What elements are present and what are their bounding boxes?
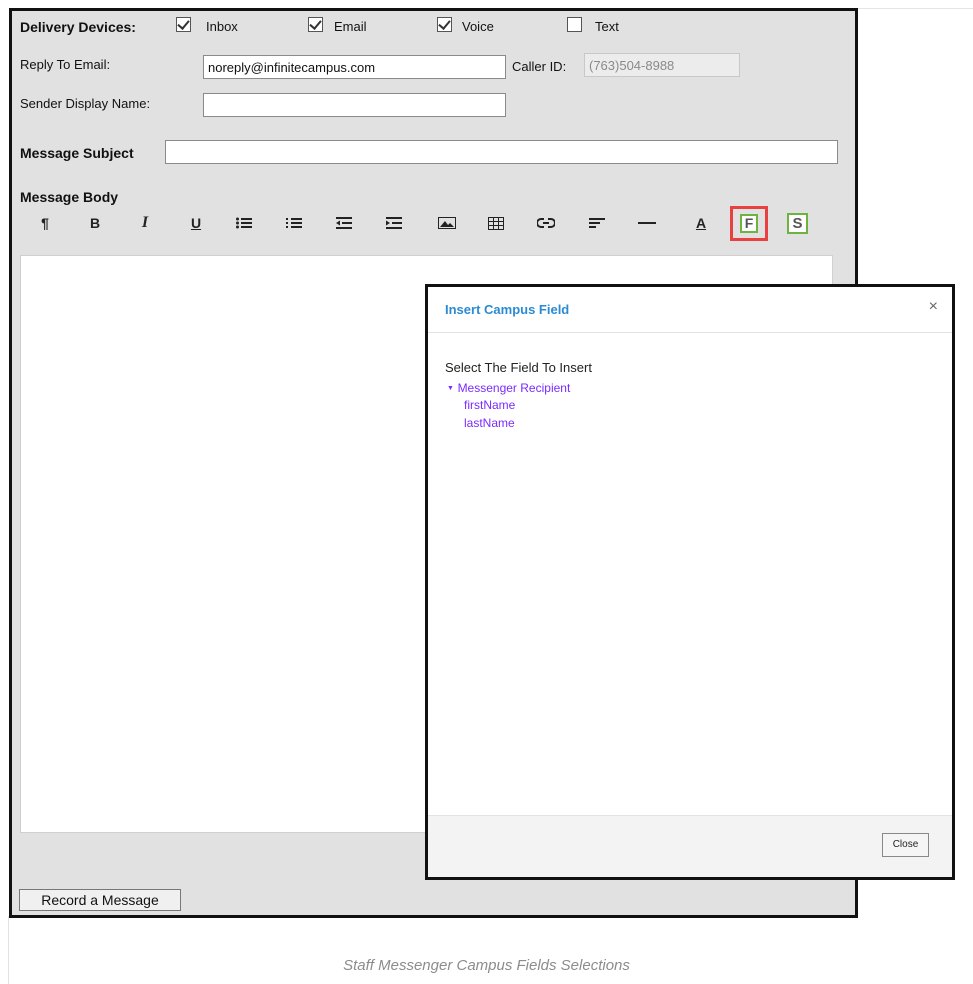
voice-checkbox[interactable] [437,17,452,32]
outdent-icon[interactable] [330,211,358,235]
text-label: Text [595,19,619,34]
check-icon [309,17,322,30]
close-button[interactable]: Close [882,833,929,857]
indent-icon[interactable] [380,211,408,235]
caret-down-icon: ▼ [447,385,454,392]
staff-field-icon[interactable]: S [787,213,808,234]
tree-item-lastname[interactable]: lastName [464,416,515,430]
underline-glyph: U [190,215,202,231]
inbox-checkbox[interactable] [176,17,191,32]
font-color-glyph: A [695,215,707,231]
tree-root[interactable]: ▼ Messenger Recipient [447,380,570,395]
reply-to-email-label: Reply To Email: [20,57,111,72]
dialog-header: Insert Campus Field × [428,287,952,333]
align-icon[interactable] [583,211,611,235]
record-message-button[interactable]: Record a Message [19,889,181,911]
bold-glyph: B [89,215,101,231]
sender-display-name-field[interactable] [203,93,506,117]
table-icon[interactable] [482,211,510,235]
bullet-list-icon[interactable] [230,211,258,235]
caller-id-field[interactable] [584,53,740,77]
check-icon [438,17,451,30]
message-body-label: Message Body [20,189,119,205]
tree-root-label: Messenger Recipient [457,381,571,395]
underline-icon[interactable]: U [182,211,210,235]
horizontal-rule-icon[interactable] [633,211,661,235]
campus-field-icon: F [740,214,758,233]
sender-display-name-label: Sender Display Name: [20,96,151,111]
check-icon [177,17,190,30]
delivery-devices-label: Delivery Devices: [20,19,136,35]
inbox-label: Inbox [206,19,238,34]
dialog-prompt: Select The Field To Insert [445,360,592,375]
figure-caption: Staff Messenger Campus Fields Selections [343,957,630,974]
numbered-list-icon[interactable] [280,211,308,235]
close-icon[interactable]: × [929,298,938,316]
link-icon[interactable] [532,211,560,235]
italic-icon[interactable]: I [131,211,159,235]
reply-to-email-field[interactable] [203,55,506,79]
dialog-title: Insert Campus Field [445,302,570,317]
paragraph-icon[interactable]: ¶ [31,211,59,235]
bold-icon[interactable]: B [81,211,109,235]
voice-label: Voice [462,19,494,34]
campus-field-button[interactable]: F [730,206,768,241]
text-checkbox[interactable] [567,17,582,32]
italic-glyph: I [141,214,149,231]
insert-campus-field-dialog: Insert Campus Field × Select The Field T… [425,284,955,880]
page-divider-top [855,8,973,9]
image-icon[interactable] [433,211,461,235]
email-label: Email [334,19,367,34]
message-subject-field[interactable] [165,140,838,164]
message-subject-label: Message Subject [20,145,134,161]
paragraph-glyph: ¶ [41,215,49,231]
email-checkbox[interactable] [308,17,323,32]
tree-item-firstname[interactable]: firstName [464,398,515,412]
dialog-footer: Close [428,815,952,877]
font-color-icon[interactable]: A [687,211,715,235]
caller-id-label: Caller ID: [512,59,567,74]
